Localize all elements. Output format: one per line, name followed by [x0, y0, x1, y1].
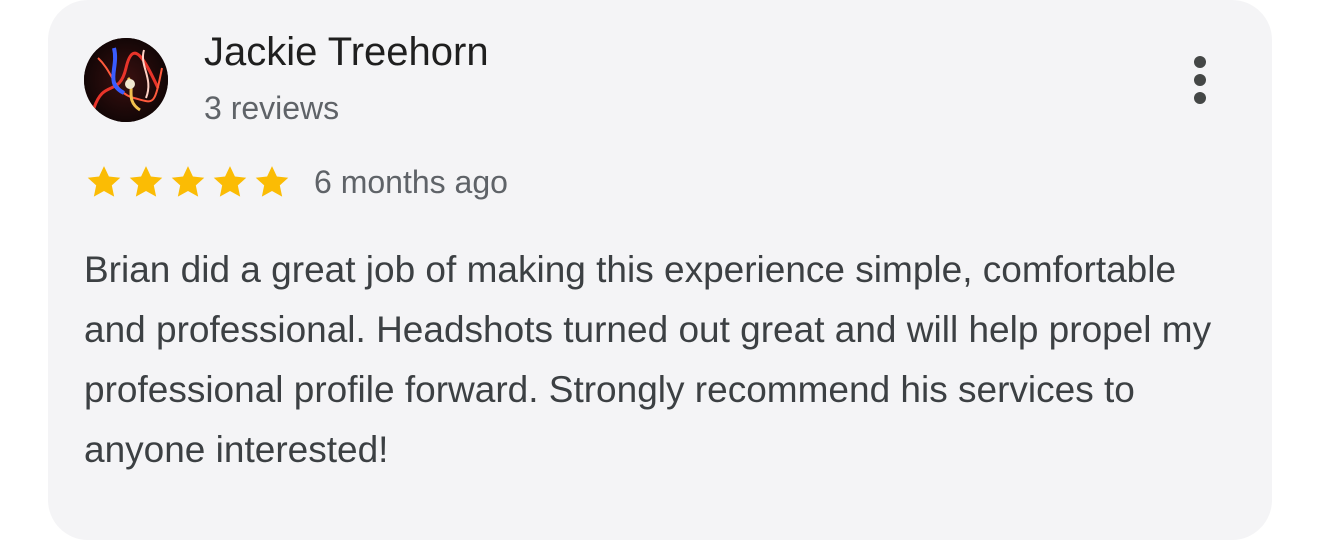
star-icon	[126, 162, 166, 202]
avatar[interactable]	[84, 38, 168, 122]
review-time: 6 months ago	[314, 164, 508, 200]
star-icon	[168, 162, 208, 202]
review-text: Brian did a great job of making this exp…	[84, 249, 1212, 470]
author-review-count: 3 reviews	[204, 90, 340, 126]
rating-row: 6 months ago	[84, 160, 508, 204]
star-icon	[84, 162, 124, 202]
more-options-button[interactable]	[1176, 50, 1224, 110]
star-icon	[252, 162, 292, 202]
star-rating	[84, 162, 292, 202]
author-name[interactable]: Jackie Treehorn	[204, 28, 489, 76]
more-vert-icon	[1194, 56, 1206, 104]
star-icon	[210, 162, 250, 202]
avatar-image	[84, 38, 168, 122]
